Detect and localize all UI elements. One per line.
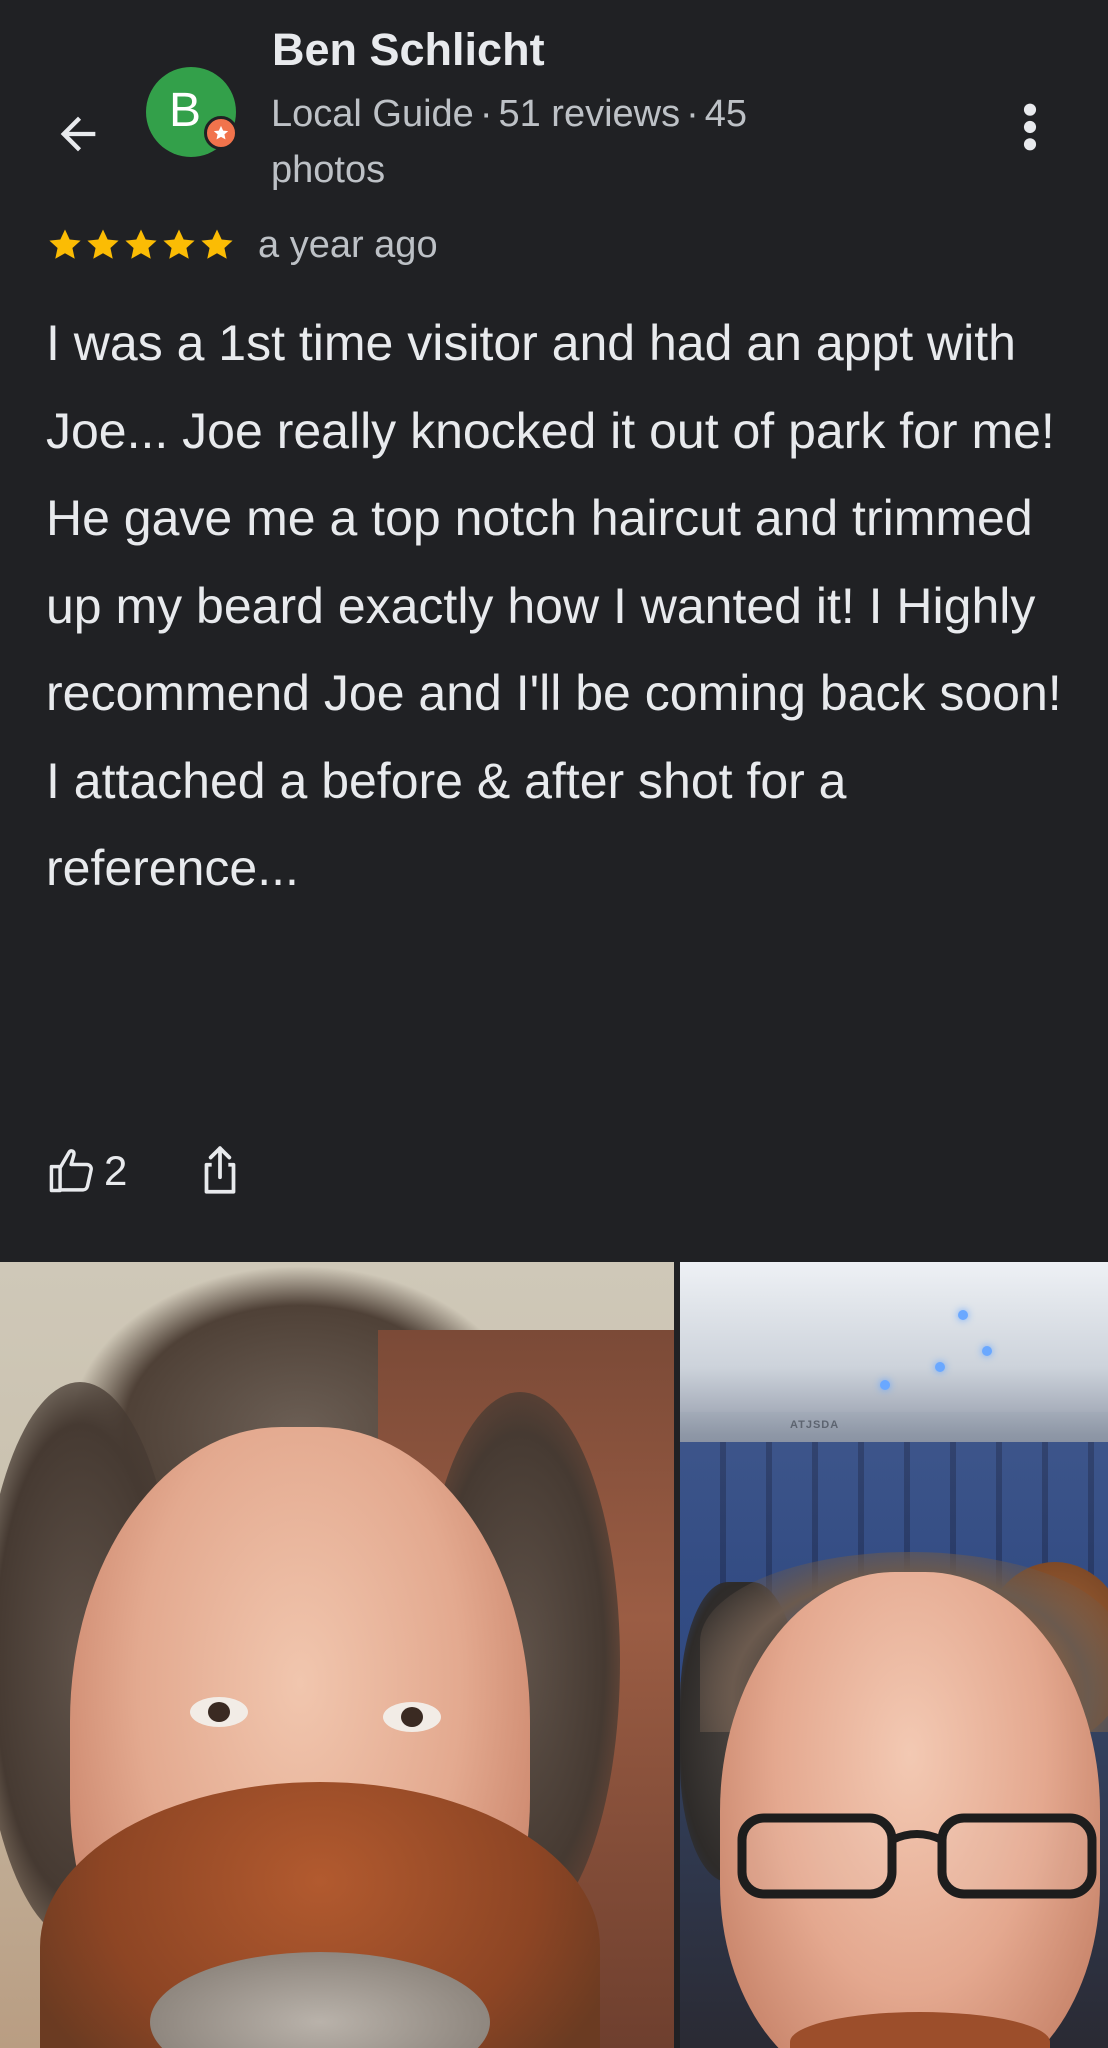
like-button[interactable]: 2 [46, 1145, 127, 1197]
cabin-light [958, 1310, 968, 1320]
review-count: 51 reviews [498, 93, 681, 135]
review-photos: ATJSDA [0, 1262, 1108, 2048]
like-count: 2 [104, 1147, 128, 1194]
local-guide-label: Local Guide [271, 93, 474, 135]
photo-count-label: photos [271, 149, 386, 191]
star-icon [201, 229, 233, 259]
photo-count: 45 [704, 93, 748, 135]
back-button[interactable] [40, 96, 116, 172]
star-icon [125, 229, 157, 259]
review-card: B Ben Schlicht Local Guide · 51 reviews · 45… [0, 0, 1108, 1262]
glasses [737, 1813, 1097, 1899]
reviewer-name[interactable]: Ben Schlicht [272, 24, 545, 76]
review-photo-before[interactable] [0, 1262, 674, 2048]
share-button[interactable] [195, 1144, 245, 1198]
cabin-ceiling [680, 1262, 1108, 1412]
star-rating [46, 226, 236, 264]
local-guide-star-icon [204, 116, 238, 150]
reviewer-meta: Local Guide · 51 reviews · 45 photos [271, 86, 871, 198]
thumb-up-icon [49, 1149, 93, 1193]
review-paragraph: I attached a before & after shot for a r… [46, 752, 847, 897]
eye [383, 1702, 441, 1732]
star-icon [87, 229, 119, 259]
review-photo-after[interactable]: ATJSDA [680, 1262, 1108, 2048]
eye [190, 1697, 248, 1727]
review-text[interactable]: I was a 1st time visitor and had an appt… [46, 300, 1076, 913]
review-paragraph: I was a 1st time visitor and had an appt… [46, 315, 1062, 721]
star-icon [49, 229, 81, 259]
rating-row: a year ago [46, 218, 438, 272]
share-icon [204, 1146, 236, 1194]
meta-separator: · [479, 93, 493, 135]
cabin-light [935, 1362, 945, 1372]
star-icon [163, 229, 195, 259]
arrow-back-icon [60, 116, 96, 152]
cabin-light [880, 1380, 890, 1390]
cabin-light [982, 1346, 992, 1356]
review-actions: 2 [46, 1140, 245, 1202]
more-vert-icon [1023, 103, 1037, 151]
more-options-button[interactable] [1004, 92, 1056, 162]
cabin-sign: ATJSDA [790, 1419, 840, 1431]
review-time: a year ago [258, 223, 438, 266]
meta-separator: · [686, 93, 699, 135]
avatar-letter: B [168, 83, 201, 137]
